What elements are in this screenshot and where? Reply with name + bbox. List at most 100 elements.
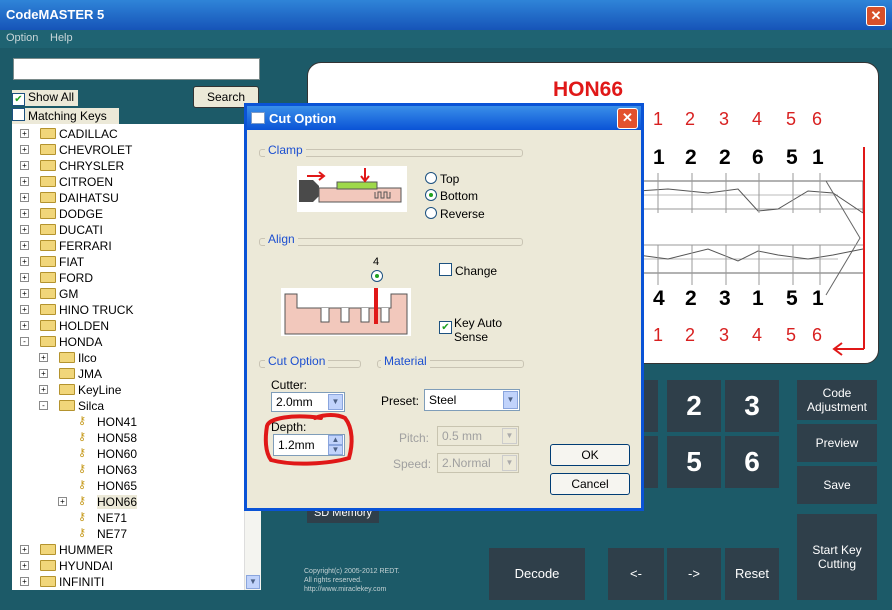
- expand-icon[interactable]: +: [39, 369, 48, 378]
- expand-icon[interactable]: +: [20, 161, 29, 170]
- bottom-cut-depth: 2: [685, 287, 697, 310]
- folder-icon: [40, 224, 56, 235]
- speed-select[interactable]: 2.Normal ▼: [437, 453, 519, 473]
- keypad-button-3[interactable]: 3: [725, 380, 779, 432]
- tree-folder-item[interactable]: + INFINITI: [12, 574, 244, 590]
- tree-folder-item[interactable]: - HONDA: [12, 334, 244, 350]
- tree-key-item[interactable]: ⚷ HON63: [12, 462, 244, 478]
- expand-icon[interactable]: +: [20, 577, 29, 586]
- save-button[interactable]: Save: [797, 466, 877, 504]
- decode-button[interactable]: Decode: [489, 548, 585, 600]
- folder-icon: [40, 304, 56, 315]
- preset-select[interactable]: Steel ▼: [424, 389, 520, 411]
- expand-icon[interactable]: +: [20, 305, 29, 314]
- expand-icon[interactable]: +: [20, 289, 29, 298]
- expand-icon[interactable]: +: [20, 193, 29, 202]
- expand-icon[interactable]: +: [20, 273, 29, 282]
- tree-key-item[interactable]: ⚷ NE71: [12, 510, 244, 526]
- tree-folder-item[interactable]: + HYUNDAI: [12, 558, 244, 574]
- folder-icon: [40, 272, 56, 283]
- pitch-select[interactable]: 0.5 mm ▼: [437, 426, 519, 446]
- tree-folder-item[interactable]: + HUMMER: [12, 542, 244, 558]
- tree-folder-item[interactable]: + FORD: [12, 270, 244, 286]
- brand-tree: + CADILLAC + CHEVROLET + CHRYSLER + CITROEN + DAI…: [12, 124, 260, 590]
- align-radio-4[interactable]: [371, 270, 386, 284]
- expand-icon[interactable]: +: [20, 321, 29, 330]
- clamp-radio-reverse[interactable]: Reverse: [425, 207, 485, 221]
- keypad-button-2[interactable]: 2: [667, 380, 721, 432]
- expand-icon[interactable]: +: [58, 497, 67, 506]
- change-checkbox[interactable]: Change: [439, 263, 497, 278]
- cancel-button[interactable]: Cancel: [550, 473, 630, 495]
- tree-key-item[interactable]: ⚷ HON58: [12, 430, 244, 446]
- tree-folder-item[interactable]: - Silca: [12, 398, 244, 414]
- start-key-cutting-button[interactable]: Start Key Cutting: [797, 514, 877, 600]
- clamp-radio-top[interactable]: Top: [425, 172, 459, 186]
- cutter-select[interactable]: 2.0mm ▼: [271, 392, 345, 412]
- bottom-cut-depth: 5: [786, 287, 798, 310]
- expand-icon[interactable]: +: [20, 545, 29, 554]
- ok-button[interactable]: OK: [550, 444, 630, 466]
- tree-key-item[interactable]: ⚷ NE77: [12, 526, 244, 542]
- radio-on-icon: [371, 270, 383, 282]
- expand-icon[interactable]: +: [39, 353, 48, 362]
- folder-icon: [59, 368, 75, 379]
- keypad-button-5[interactable]: 5: [667, 436, 721, 488]
- unchecked-box-icon: [439, 263, 452, 276]
- tree-key-item[interactable]: ⚷ HON60: [12, 446, 244, 462]
- tree-folder-item[interactable]: + DUCATI: [12, 222, 244, 238]
- expand-icon[interactable]: +: [20, 209, 29, 218]
- expand-icon[interactable]: +: [39, 385, 48, 394]
- expand-icon[interactable]: +: [20, 561, 29, 570]
- title-bar: CodeMASTER 5 ✕: [0, 0, 892, 30]
- tree-folder-item[interactable]: + CITROEN: [12, 174, 244, 190]
- tree-folder-item[interactable]: + FIAT: [12, 254, 244, 270]
- matching-keys-checkbox[interactable]: Matching Keys: [12, 108, 119, 125]
- expand-icon[interactable]: +: [20, 129, 29, 138]
- prev-button[interactable]: <-: [608, 548, 664, 600]
- tree-folder-item[interactable]: + FERRARI: [12, 238, 244, 254]
- tree-folder-item[interactable]: + Ilco: [12, 350, 244, 366]
- expand-icon[interactable]: +: [20, 241, 29, 250]
- red-circle-annotation: [263, 413, 354, 466]
- reset-button[interactable]: Reset: [725, 548, 779, 600]
- expand-icon[interactable]: +: [20, 257, 29, 266]
- search-input[interactable]: [13, 58, 260, 80]
- menu-option[interactable]: Option: [6, 32, 38, 44]
- tree-folder-item[interactable]: + HINO TRUCK: [12, 302, 244, 318]
- tree-folder-item[interactable]: + CHRYSLER: [12, 158, 244, 174]
- expand-icon[interactable]: +: [20, 177, 29, 186]
- tree-folder-item[interactable]: + HOLDEN: [12, 318, 244, 334]
- tree-folder-item[interactable]: + KeyLine: [12, 382, 244, 398]
- expand-icon[interactable]: +: [20, 145, 29, 154]
- tree-folder-item[interactable]: + CADILLAC: [12, 126, 244, 142]
- menu-help[interactable]: Help: [50, 32, 73, 44]
- tree-folder-item[interactable]: + JMA: [12, 366, 244, 382]
- show-all-checkbox[interactable]: ✔ Show All: [12, 90, 79, 106]
- code-adjustment-button[interactable]: Code Adjustment: [797, 380, 877, 420]
- folder-icon: [40, 544, 56, 555]
- check-icon: ✔: [439, 321, 452, 334]
- bottom-cut-depth: 3: [719, 287, 731, 310]
- check-icon: ✔: [12, 93, 25, 106]
- keypad-button-6[interactable]: 6: [725, 436, 779, 488]
- expand-icon[interactable]: +: [20, 225, 29, 234]
- preview-button[interactable]: Preview: [797, 424, 877, 462]
- close-button[interactable]: ✕: [866, 6, 886, 26]
- next-button[interactable]: ->: [667, 548, 721, 600]
- clamp-group-label: Clamp: [265, 143, 306, 157]
- tree-folder-item[interactable]: + DAIHATSU: [12, 190, 244, 206]
- tree-key-item[interactable]: ⚷ HON65: [12, 478, 244, 494]
- collapse-icon[interactable]: -: [39, 401, 48, 410]
- tree-folder-item[interactable]: + DODGE: [12, 206, 244, 222]
- dialog-close-button[interactable]: ✕: [617, 108, 638, 129]
- clamp-reverse-label: Reverse: [440, 207, 485, 221]
- clamp-radio-bottom[interactable]: Bottom: [425, 189, 478, 203]
- collapse-icon[interactable]: -: [20, 337, 29, 346]
- tree-key-item[interactable]: + ⚷ HON66: [12, 494, 244, 510]
- tree-key-item[interactable]: ⚷ HON41: [12, 414, 244, 430]
- scroll-down-icon[interactable]: ▼: [246, 575, 260, 589]
- matching-keys-label: Matching Keys: [28, 109, 107, 123]
- tree-folder-item[interactable]: + CHEVROLET: [12, 142, 244, 158]
- tree-folder-item[interactable]: + GM: [12, 286, 244, 302]
